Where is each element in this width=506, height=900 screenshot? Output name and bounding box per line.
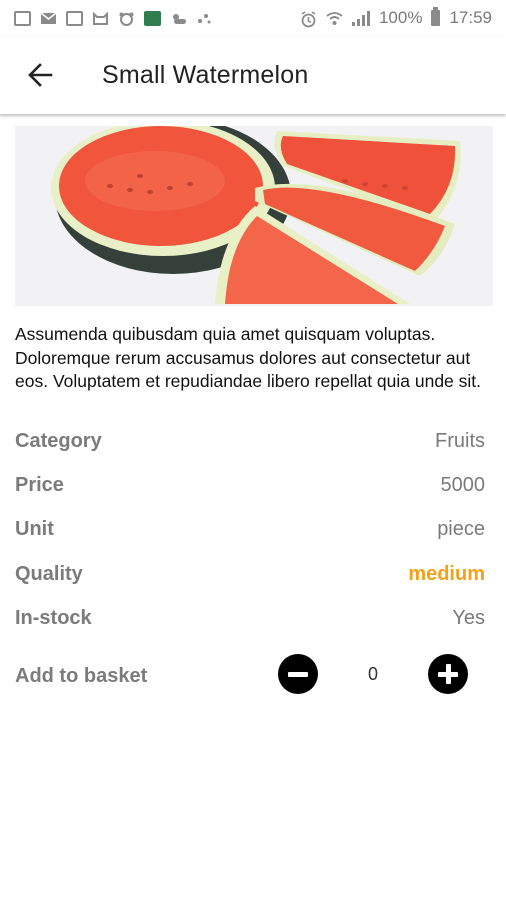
page-title: Small Watermelon <box>102 60 309 89</box>
detail-row-unit: Unit piece <box>15 514 485 544</box>
detail-label: Unit <box>15 517 54 540</box>
signal-icon <box>351 10 370 26</box>
weather-icon <box>170 11 187 26</box>
wifi-icon <box>326 11 343 26</box>
detail-value: piece <box>437 517 485 540</box>
minus-icon <box>288 671 308 677</box>
system-icons: 100% 17:59 <box>300 7 492 28</box>
detail-row-category: Category Fruits <box>15 426 485 456</box>
product-image <box>15 126 493 306</box>
app-bar: Small Watermelon <box>0 36 506 114</box>
clock: 17:59 <box>449 8 492 27</box>
detail-value: 5000 <box>440 473 486 496</box>
alarm-icon <box>300 10 317 27</box>
detail-label: In-stock <box>15 606 92 629</box>
add-to-basket-label: Add to basket <box>15 664 148 687</box>
battery-icon <box>431 7 441 26</box>
dots-icon <box>196 11 213 26</box>
app-icon <box>144 10 161 26</box>
back-button[interactable] <box>20 55 60 95</box>
mail-icon <box>40 11 57 26</box>
image-icon <box>14 10 31 26</box>
detail-value: Fruits <box>435 429 485 452</box>
detail-row-price: Price 5000 <box>15 470 485 500</box>
calendar-icon <box>66 10 83 26</box>
arrow-left-icon <box>28 63 53 87</box>
detail-value: Yes <box>452 606 485 629</box>
decrease-quantity-button[interactable] <box>278 654 318 694</box>
plus-icon <box>438 664 458 684</box>
battery-percent: 100% <box>378 8 423 27</box>
quantity-value: 0 <box>367 663 378 684</box>
cat-icon <box>92 11 109 26</box>
detail-row-in-stock: In-stock Yes <box>15 603 485 633</box>
quality-value: medium <box>408 562 485 585</box>
watermelon-image <box>15 126 493 306</box>
add-to-basket-row: Add to basket 0 <box>15 654 485 698</box>
detail-row-quality: Quality medium <box>15 559 485 589</box>
bear-icon <box>118 11 135 26</box>
detail-label: Quality <box>15 562 83 585</box>
product-description: Assumenda quibusdam quia amet quisquam v… <box>15 324 482 391</box>
increase-quantity-button[interactable] <box>428 654 468 694</box>
detail-label: Price <box>15 473 64 496</box>
detail-label: Category <box>15 429 102 452</box>
notification-icons <box>14 10 213 26</box>
status-bar: 100% 17:59 <box>0 0 506 36</box>
